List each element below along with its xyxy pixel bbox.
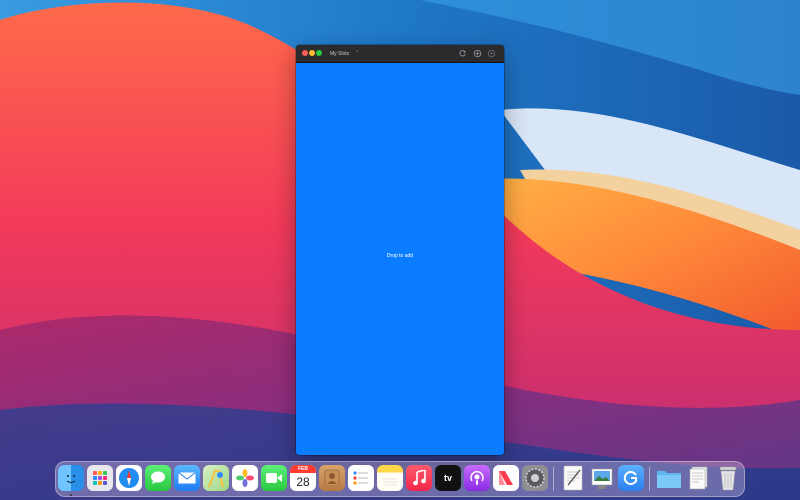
podcasts-icon[interactable] (464, 465, 490, 491)
my-slots-window: My Slots ⌃ Drop to add (296, 45, 504, 455)
minimize-window-button[interactable] (309, 50, 315, 56)
slot-set-title: My Slots (330, 50, 350, 57)
contacts-icon[interactable] (319, 465, 345, 491)
documents-stack-icon[interactable] (686, 465, 712, 491)
refresh-icon[interactable] (458, 49, 467, 58)
safari-icon[interactable] (116, 465, 142, 491)
facetime-icon[interactable] (261, 465, 287, 491)
calendar-icon[interactable]: FEB 28 (290, 465, 316, 491)
apple-tv-label: tv (443, 473, 452, 483)
drop-to-add-hint: Drop to add (386, 253, 414, 259)
dock-separator (553, 467, 554, 491)
calendar-month: FEB (290, 465, 316, 473)
add-icon[interactable] (473, 49, 482, 58)
preview-icon[interactable] (589, 465, 615, 491)
news-icon[interactable] (493, 465, 519, 491)
chevron-updown-icon: ⌃ (355, 50, 360, 56)
window-titlebar[interactable]: My Slots ⌃ (296, 45, 504, 63)
notes-icon[interactable] (377, 465, 403, 491)
close-window-button[interactable] (302, 50, 308, 56)
finder-running-indicator (70, 494, 72, 496)
maps-icon[interactable] (203, 465, 229, 491)
finder-icon[interactable] (58, 465, 84, 491)
photos-icon[interactable] (232, 465, 258, 491)
app-g-icon[interactable] (618, 465, 644, 491)
calendar-day: 28 (296, 475, 310, 489)
dock-separator-2 (649, 467, 650, 491)
trash-icon[interactable] (715, 465, 741, 491)
mail-icon[interactable] (174, 465, 200, 491)
system-preferences-icon[interactable] (522, 465, 548, 491)
textedit-icon[interactable] (560, 465, 586, 491)
messages-icon[interactable] (145, 465, 171, 491)
launchpad-icon[interactable] (87, 465, 113, 491)
desktop: My Slots ⌃ Drop to add FEB 28 tv (0, 0, 800, 500)
music-icon[interactable] (406, 465, 432, 491)
maximize-window-button[interactable] (316, 50, 322, 56)
slot-set-selector[interactable]: My Slots ⌃ (330, 48, 359, 59)
folder-icon[interactable] (656, 465, 682, 491)
reminders-icon[interactable] (348, 465, 374, 491)
apple-tv-icon[interactable]: tv (435, 465, 461, 491)
gear-icon[interactable] (487, 49, 496, 58)
